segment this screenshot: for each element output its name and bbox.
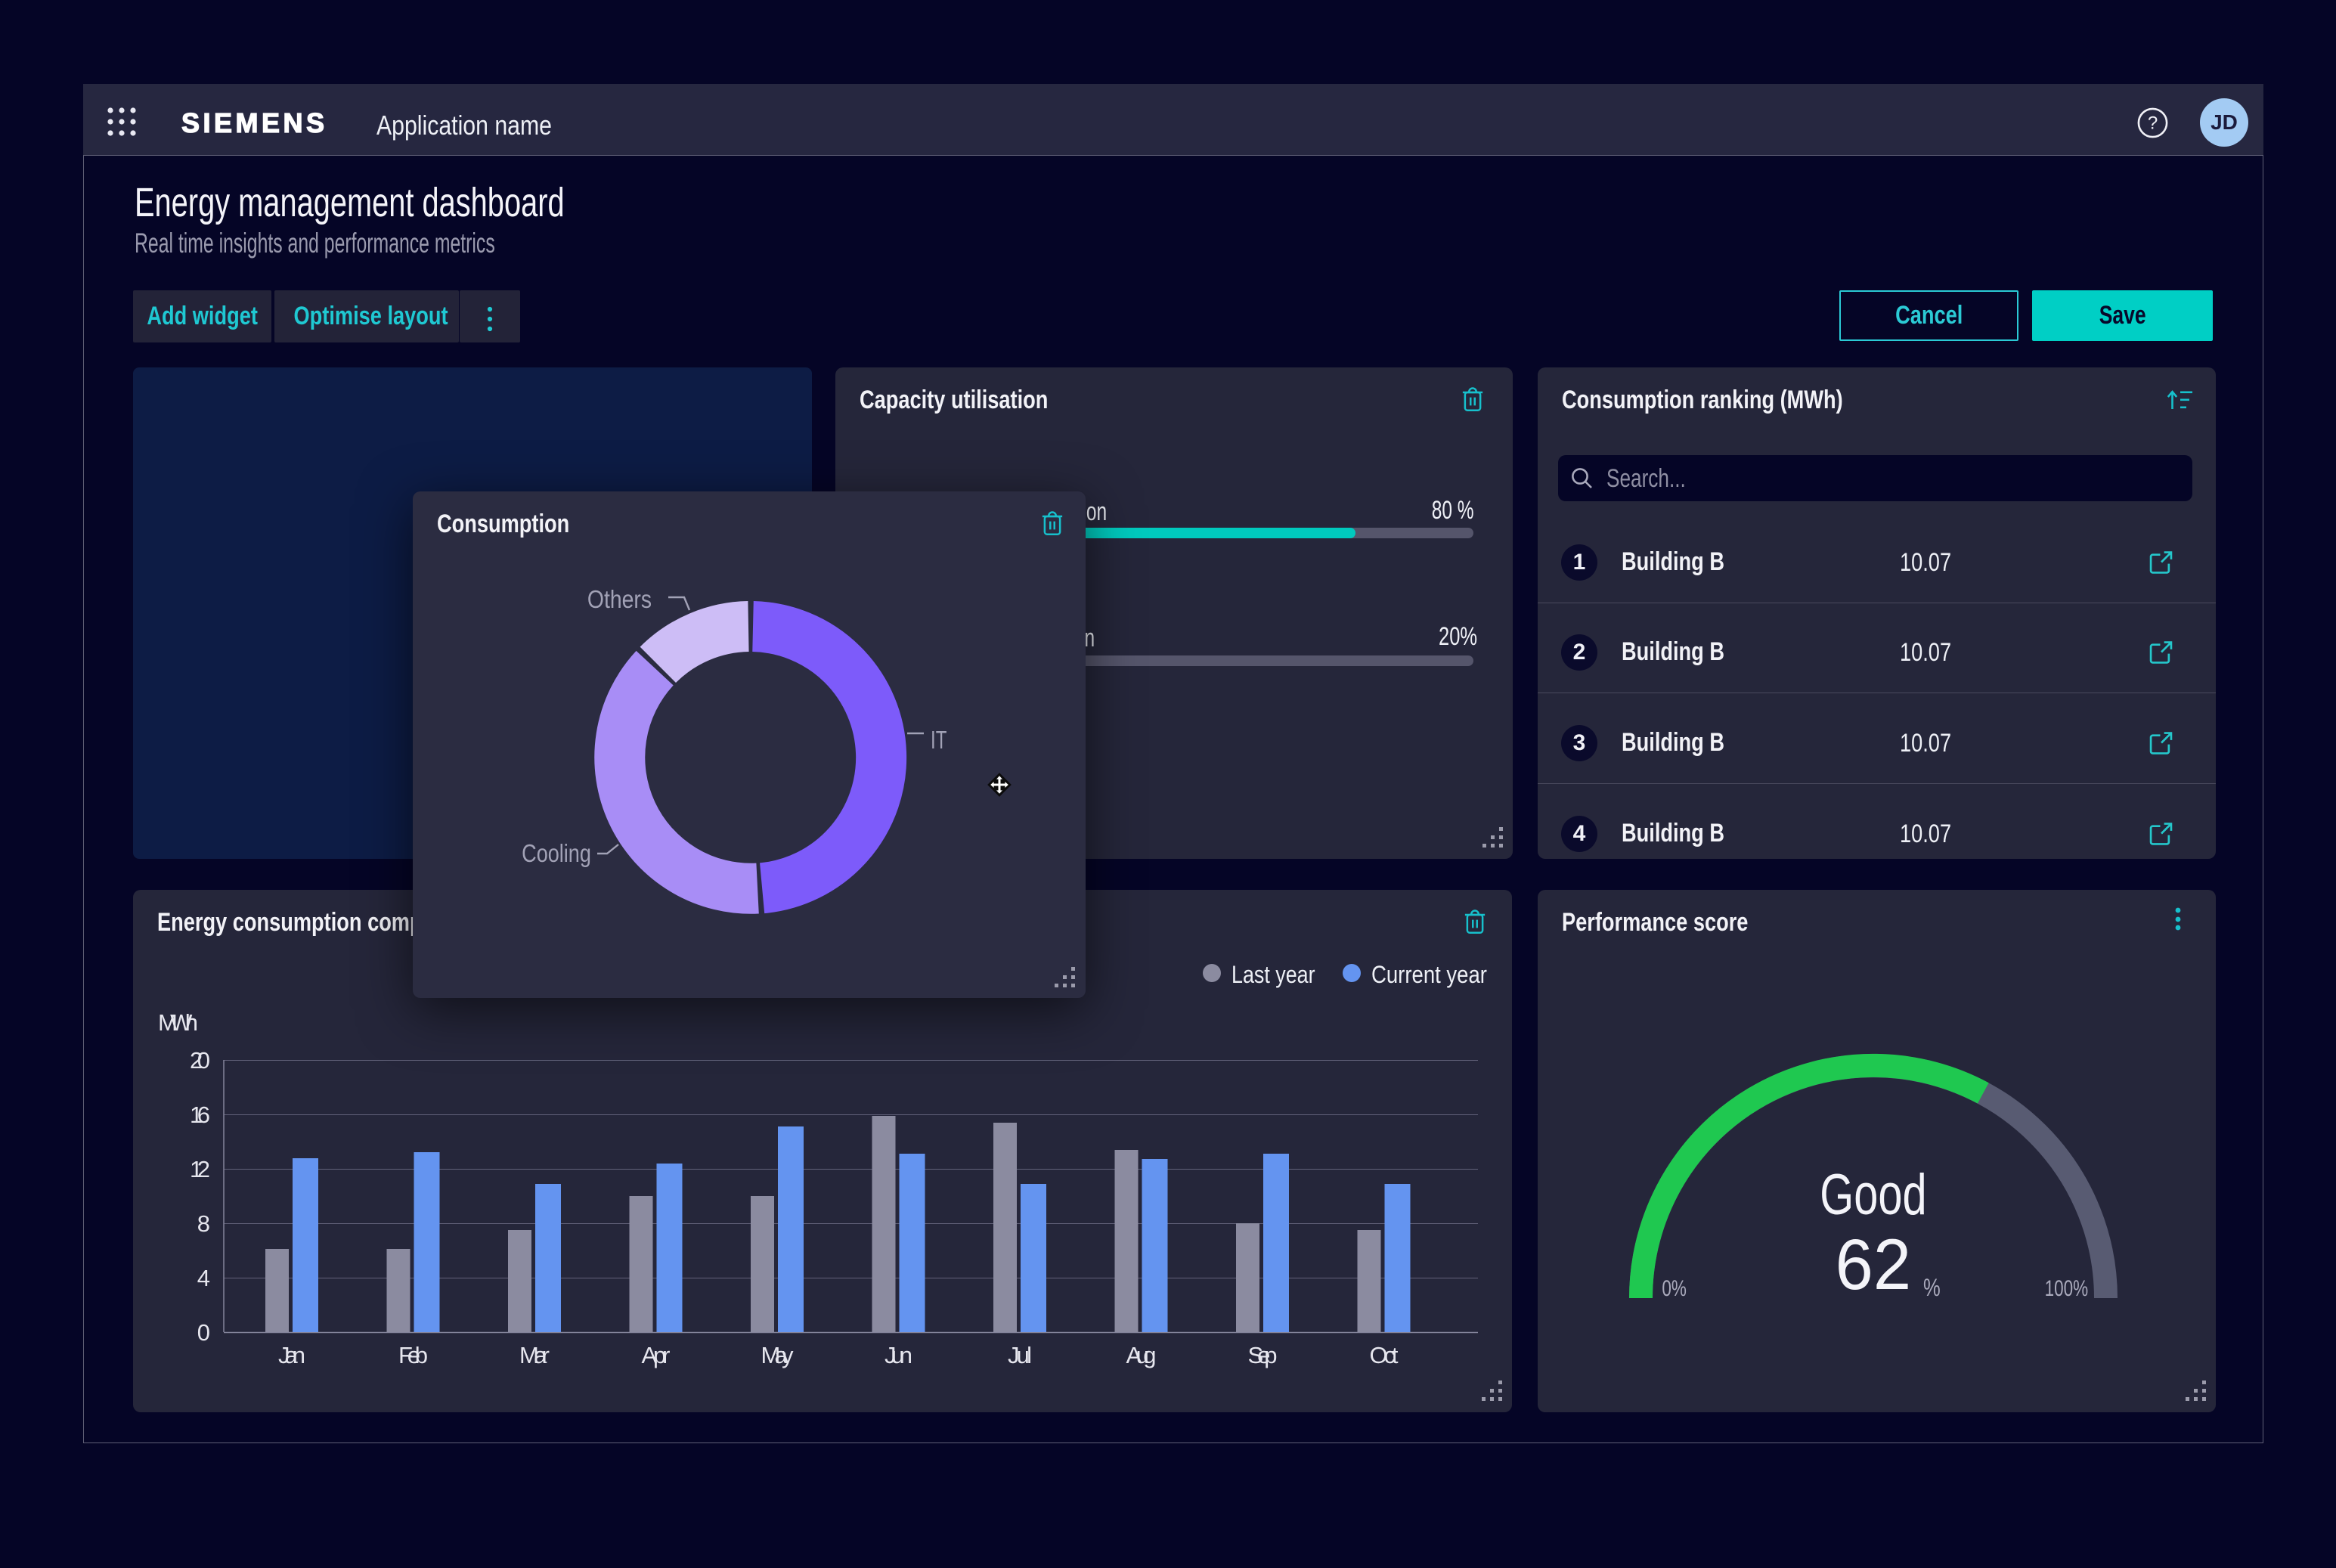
svg-text:Sep: Sep — [1248, 1342, 1278, 1368]
svg-text:Aug: Aug — [1126, 1342, 1157, 1368]
svg-text:8: 8 — [197, 1210, 210, 1237]
svg-text:?: ? — [2148, 113, 2158, 134]
svg-text:0: 0 — [197, 1319, 210, 1346]
svg-text:Oct: Oct — [1370, 1342, 1399, 1368]
svg-text:16: 16 — [190, 1102, 210, 1128]
svg-text:Feb: Feb — [398, 1342, 428, 1368]
svg-text:4: 4 — [197, 1265, 210, 1291]
svg-text:May: May — [761, 1342, 795, 1368]
svg-text:Jan: Jan — [278, 1342, 305, 1368]
svg-text:MWh: MWh — [158, 1009, 198, 1036]
svg-text:Jul: Jul — [1008, 1342, 1032, 1368]
svg-text:Apr: Apr — [642, 1342, 671, 1368]
svg-text:20: 20 — [190, 1047, 210, 1074]
svg-text:Mar: Mar — [519, 1342, 550, 1368]
svg-text:Jun: Jun — [885, 1342, 912, 1368]
svg-text:12: 12 — [190, 1156, 210, 1182]
